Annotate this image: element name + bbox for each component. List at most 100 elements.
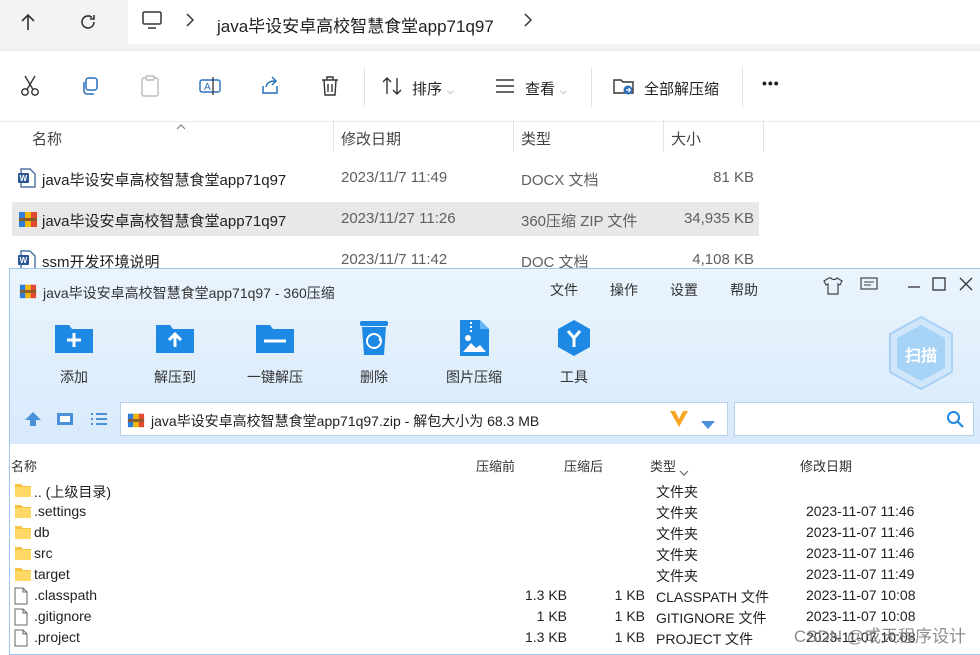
tools-button[interactable]: 工具 <box>534 319 614 389</box>
archive-type: CLASSPATH 文件 <box>656 589 770 605</box>
archive-size-before: 1.3 KB <box>524 587 567 603</box>
menu-operation[interactable]: 操作 <box>610 280 638 300</box>
more-options-button[interactable]: ••• <box>762 75 780 91</box>
column-header-after[interactable]: 压缩后 <box>564 456 603 475</box>
file-row[interactable]: W java毕设安卓高校智慧食堂app71q97 2023/11/7 11:49… <box>12 161 759 195</box>
chevron-right-icon[interactable] <box>524 13 533 32</box>
column-divider[interactable] <box>333 120 334 152</box>
archive-row[interactable]: .settings 文件夹 2023-11-07 11:46 <box>10 501 980 522</box>
list-view-icon[interactable] <box>90 412 108 431</box>
delete-button[interactable]: 删除 <box>334 319 414 389</box>
file-size: 81 KB <box>713 169 754 186</box>
file-modified: 2023/11/7 11:49 <box>341 169 448 186</box>
file-row-selected[interactable]: java毕设安卓高校智慧食堂app71q97 2023/11/27 11:26 … <box>12 202 759 236</box>
image-compress-button[interactable]: 图片压缩 <box>434 319 514 389</box>
view-icon[interactable] <box>493 75 517 97</box>
column-header-name[interactable]: 名称 <box>11 456 37 475</box>
column-header-name[interactable]: 名称 <box>32 128 62 149</box>
archive-row[interactable]: .classpath 1.3 KB 1 KB CLASSPATH 文件 2023-11-… <box>10 585 980 606</box>
svg-text:W: W <box>20 174 28 183</box>
column-divider[interactable] <box>513 120 514 152</box>
delete-icon[interactable] <box>318 75 342 97</box>
sort-indicator-icon <box>679 463 689 481</box>
toolbar-separator <box>364 67 365 107</box>
add-button[interactable]: 添加 <box>34 319 114 389</box>
folder-icon <box>14 524 32 543</box>
sort-ascending-indicator-icon <box>176 117 186 135</box>
close-icon[interactable] <box>956 277 976 296</box>
tools-label: 工具 <box>560 369 588 385</box>
search-icon[interactable] <box>946 410 964 433</box>
column-divider[interactable] <box>763 120 764 152</box>
archive-name: target <box>34 566 70 582</box>
one-click-extract-icon <box>254 319 296 360</box>
dropdown-arrow-icon[interactable] <box>701 416 715 434</box>
minimize-icon[interactable] <box>904 277 924 296</box>
chevron-right-icon[interactable] <box>186 13 195 32</box>
archive-name: .settings <box>34 503 87 519</box>
archive-row[interactable]: target 文件夹 2023-11-07 11:49 <box>10 564 980 585</box>
one-click-extract-button[interactable]: 一键解压 <box>235 319 315 389</box>
column-header-before[interactable]: 压缩前 <box>476 456 515 475</box>
column-header-type[interactable]: 类型 <box>650 456 676 475</box>
extract-all-button[interactable]: 全部解压缩 <box>644 78 719 99</box>
zip-archive-icon <box>18 209 38 234</box>
menu-file[interactable]: 文件 <box>550 280 578 300</box>
thumbnail-view-icon[interactable] <box>56 412 74 431</box>
archive-name: .gitignore <box>34 608 92 624</box>
image-compress-label: 图片压缩 <box>446 369 502 385</box>
watermark: CSDN @成天程序设计 <box>793 627 966 646</box>
menu-settings[interactable]: 设置 <box>670 280 698 300</box>
copy-icon[interactable] <box>78 75 102 97</box>
zip-archive-icon <box>19 282 37 305</box>
search-input[interactable] <box>734 402 974 436</box>
share-icon[interactable] <box>258 75 282 97</box>
column-header-modified[interactable]: 修改日期 <box>800 456 852 475</box>
archive-modified: 2023-11-07 11:46 <box>806 524 915 540</box>
column-header-type[interactable]: 类型 <box>521 128 551 149</box>
refresh-icon[interactable] <box>74 8 102 36</box>
maximize-icon[interactable] <box>929 277 949 296</box>
column-header-size[interactable]: 大小 <box>671 128 701 149</box>
up-arrow-icon[interactable] <box>14 8 42 36</box>
archive-row[interactable]: .. (上级目录) 文件夹 <box>10 480 980 501</box>
cut-icon[interactable] <box>18 75 42 97</box>
archive-name: .project <box>34 629 80 645</box>
archive-name: src <box>34 545 53 561</box>
recycle-delete-icon <box>357 319 391 362</box>
scan-button[interactable]: 扫描 <box>886 315 956 391</box>
archive-name: .. (上级目录) <box>34 484 111 500</box>
v-brand-icon[interactable] <box>669 410 689 433</box>
archive-row[interactable]: db 文件夹 2023-11-07 11:46 <box>10 522 980 543</box>
folder-icon <box>14 545 32 564</box>
address-bar-area: java毕设安卓高校智慧食堂app71q97 <box>0 0 980 51</box>
menu-help[interactable]: 帮助 <box>730 280 758 300</box>
extract-folder-icon[interactable] <box>612 75 636 97</box>
add-label: 添加 <box>60 369 88 385</box>
view-button[interactable]: 查看 ⌵ <box>525 78 567 99</box>
extract-to-button[interactable]: 解压到 <box>135 319 215 389</box>
rename-icon[interactable]: A <box>198 75 222 97</box>
toolbar-separator <box>742 67 743 107</box>
sort-icon[interactable] <box>380 75 404 97</box>
file-icon <box>14 629 28 650</box>
column-header-modified[interactable]: 修改日期 <box>341 128 401 149</box>
archive-type: 文件夹 <box>656 505 698 521</box>
skin-shirt-icon[interactable] <box>823 277 843 300</box>
up-folder-arrow-icon[interactable] <box>24 411 42 432</box>
folder-icon <box>14 503 32 522</box>
file-icon <box>14 587 28 608</box>
archive-path-field[interactable]: java毕设安卓高校智慧食堂app71q97.zip - 解包大小为 68.3 … <box>120 402 728 436</box>
archive-type: GITIGNORE 文件 <box>656 610 767 626</box>
archive-type: 文件夹 <box>656 568 698 584</box>
paste-icon[interactable] <box>138 75 162 97</box>
archive-modified: 2023-11-07 10:08 <box>806 587 916 603</box>
sort-button[interactable]: 排序 ⌵ <box>412 78 454 99</box>
address-box[interactable]: java毕设安卓高校智慧食堂app71q97 <box>128 0 980 44</box>
breadcrumb-folder[interactable]: java毕设安卓高校智慧食堂app71q97 <box>217 12 494 37</box>
column-divider[interactable] <box>663 120 664 152</box>
extract-to-icon <box>154 319 196 360</box>
archive-row[interactable]: src 文件夹 2023-11-07 11:46 <box>10 543 980 564</box>
compression-app-window: java毕设安卓高校智慧食堂app71q97 - 360压缩 文件 操作 设置 … <box>9 268 980 655</box>
feedback-icon[interactable] <box>859 277 879 298</box>
